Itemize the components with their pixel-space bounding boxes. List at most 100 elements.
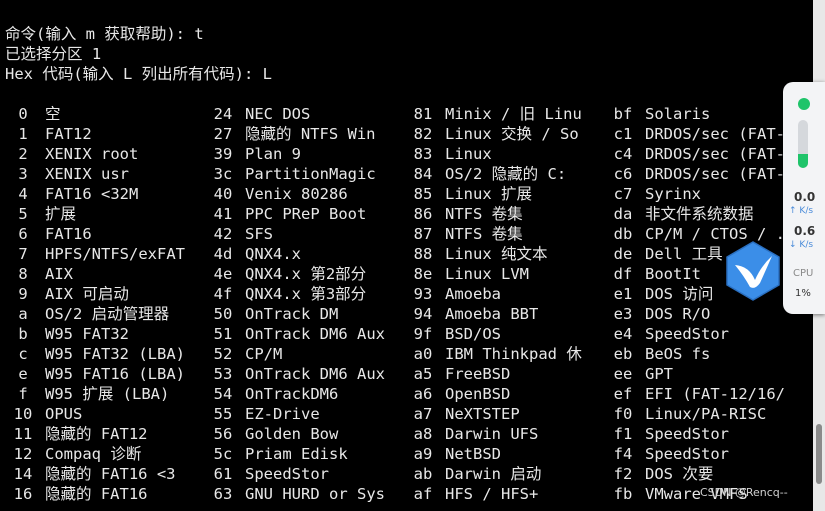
partition-type-name: Amoeba BBT <box>445 305 539 323</box>
partition-type-code: 6 <box>18 225 28 243</box>
partition-type-code: ab <box>413 465 433 483</box>
upload-unit-label: K/s <box>799 206 814 216</box>
status-indicator <box>798 98 810 110</box>
partition-type-name: DRDOS/sec (FAT- <box>645 145 785 163</box>
partition-type-code: 8 <box>18 265 28 283</box>
partition-type-code: 5 <box>18 205 28 223</box>
partition-type-code: 86 <box>413 205 433 223</box>
partition-type-code: 85 <box>413 185 433 203</box>
partition-type-code: f <box>18 385 28 403</box>
partition-type-name: FAT12 <box>45 125 92 143</box>
cpu-usage-value: 1% <box>795 288 811 299</box>
partition-type-name: FreeBSD <box>445 365 511 383</box>
partition-type-name: EZ-Drive <box>245 405 320 423</box>
partition-type-name: Linux LVM <box>445 265 529 283</box>
partition-type-code: 4 <box>18 185 28 203</box>
partition-type-name: AIX 可启动 <box>45 285 129 303</box>
partition-type-code: 52 <box>213 345 233 363</box>
partition-type-name: PPC PReP Boot <box>245 205 367 223</box>
partition-type-name: PartitionMagic <box>245 165 376 183</box>
partition-type-code: 2 <box>18 145 28 163</box>
partition-type-code: c1 <box>613 125 633 143</box>
partition-type-name: 隐藏的 NTFS Win <box>245 125 376 143</box>
partition-type-name: EFI (FAT-12/16/ <box>645 385 785 403</box>
partition-type-code: 88 <box>413 245 433 263</box>
bird-logo-icon[interactable] <box>722 240 784 302</box>
network-monitor-widget[interactable]: 0.0 ↑ K/s 0.6 ↓ K/s CPU 1% <box>783 82 825 314</box>
partition-type-name: GPT <box>645 365 673 383</box>
partition-type-code: b <box>18 325 28 343</box>
partition-type-name: FAT16 <32M <box>45 185 139 203</box>
partition-type-name: NeXTSTEP <box>445 405 520 423</box>
partition-type-name: OnTrack DM6 Aux <box>245 365 385 383</box>
partition-type-name: Amoeba <box>445 285 501 303</box>
partition-type-code: a6 <box>413 385 433 403</box>
partition-type-name: HFS / HFS+ <box>445 485 539 503</box>
watermark: CSDN @Rencq-- <box>700 486 788 499</box>
partition-type-code: 4d <box>213 245 233 263</box>
partition-type-name: Compaq 诊断 <box>45 445 142 463</box>
partition-type-name: 空 <box>45 105 61 123</box>
partition-type-name: W95 FAT32 <box>45 325 129 343</box>
partition-type-name: OpenBSD <box>445 385 511 403</box>
partition-type-code: 83 <box>413 145 433 163</box>
partition-type-name: CP/M <box>245 345 283 363</box>
partition-type-name: Venix 80286 <box>245 185 348 203</box>
partition-type-code: c6 <box>613 165 633 183</box>
partition-type-name: 隐藏的 FAT16 <3 <box>45 465 176 483</box>
partition-type-name: W95 FAT32 (LBA) <box>45 345 185 363</box>
partition-type-code: 14 <box>13 465 33 483</box>
partition-type-name: W95 扩展 (LBA) <box>45 385 170 403</box>
download-arrow-icon: ↓ <box>789 240 797 250</box>
partition-type-name: Linux 纯文本 <box>445 245 548 263</box>
terminal-window[interactable]: 命令(输入 m 获取帮助): t 已选择分区 1 Hex 代码(输入 L 列出所有代… <box>0 0 825 511</box>
upload-arrow-icon: ↑ <box>789 206 797 216</box>
partition-type-name: Golden Bow <box>245 425 339 443</box>
partition-type-code: c4 <box>613 145 633 163</box>
partition-type-code: 1 <box>18 125 28 143</box>
partition-type-code: db <box>613 225 633 243</box>
partition-type-name: HPFS/NTFS/exFAT <box>45 245 185 263</box>
partition-type-code: 3c <box>213 165 233 183</box>
partition-type-name: BeOS fs <box>645 345 711 363</box>
download-speed-value: 0.6 <box>794 224 816 238</box>
partition-type-code: ef <box>613 385 633 403</box>
partition-type-name: OS/2 隐藏的 C: <box>445 165 567 183</box>
partition-type-name: Linux <box>445 145 492 163</box>
partition-type-code: 3 <box>18 165 28 183</box>
partition-type-name: OS/2 启动管理器 <box>45 305 170 323</box>
partition-type-name: SFS <box>245 225 273 243</box>
partition-type-name: Minix / 旧 Linu <box>445 105 582 123</box>
partition-type-code: 0 <box>18 105 28 123</box>
partition-type-code: 40 <box>213 185 233 203</box>
memory-usage-fill <box>798 153 808 168</box>
partition-type-code: 84 <box>413 165 433 183</box>
partition-type-name: NTFS 卷集 <box>445 205 523 223</box>
partition-type-code: 93 <box>413 285 433 303</box>
partition-type-code: de <box>613 245 633 263</box>
partition-type-code: 50 <box>213 305 233 323</box>
partition-type-name: IBM Thinkpad 休 <box>445 345 582 363</box>
partition-type-name: XENIX usr <box>45 165 129 183</box>
partition-type-code: f4 <box>613 445 633 463</box>
partition-type-name: 非文件系统数据 <box>645 205 754 223</box>
partition-type-code: ee <box>613 365 633 383</box>
partition-type-name: DRDOS/sec (FAT- <box>645 165 785 183</box>
partition-type-name: SpeedStor <box>645 445 729 463</box>
partition-type-code: e1 <box>613 285 633 303</box>
partition-type-name: OPUS <box>45 405 83 423</box>
partition-type-name: GNU HURD or Sys <box>245 485 385 503</box>
partition-type-code: 42 <box>213 225 233 243</box>
partition-type-name: W95 FAT16 (LBA) <box>45 365 185 383</box>
partition-type-code: 56 <box>213 425 233 443</box>
partition-type-code: 4f <box>213 285 233 303</box>
partition-type-code: 10 <box>13 405 33 423</box>
partition-type-code: 87 <box>413 225 433 243</box>
partition-type-code: da <box>613 205 633 223</box>
scrollbar-thumb[interactable] <box>816 424 822 484</box>
partition-type-code: c <box>18 345 28 363</box>
partition-type-code: 24 <box>213 105 233 123</box>
partition-type-code: 4e <box>213 265 233 283</box>
partition-type-code: 12 <box>13 445 33 463</box>
partition-type-code: c7 <box>613 185 633 203</box>
